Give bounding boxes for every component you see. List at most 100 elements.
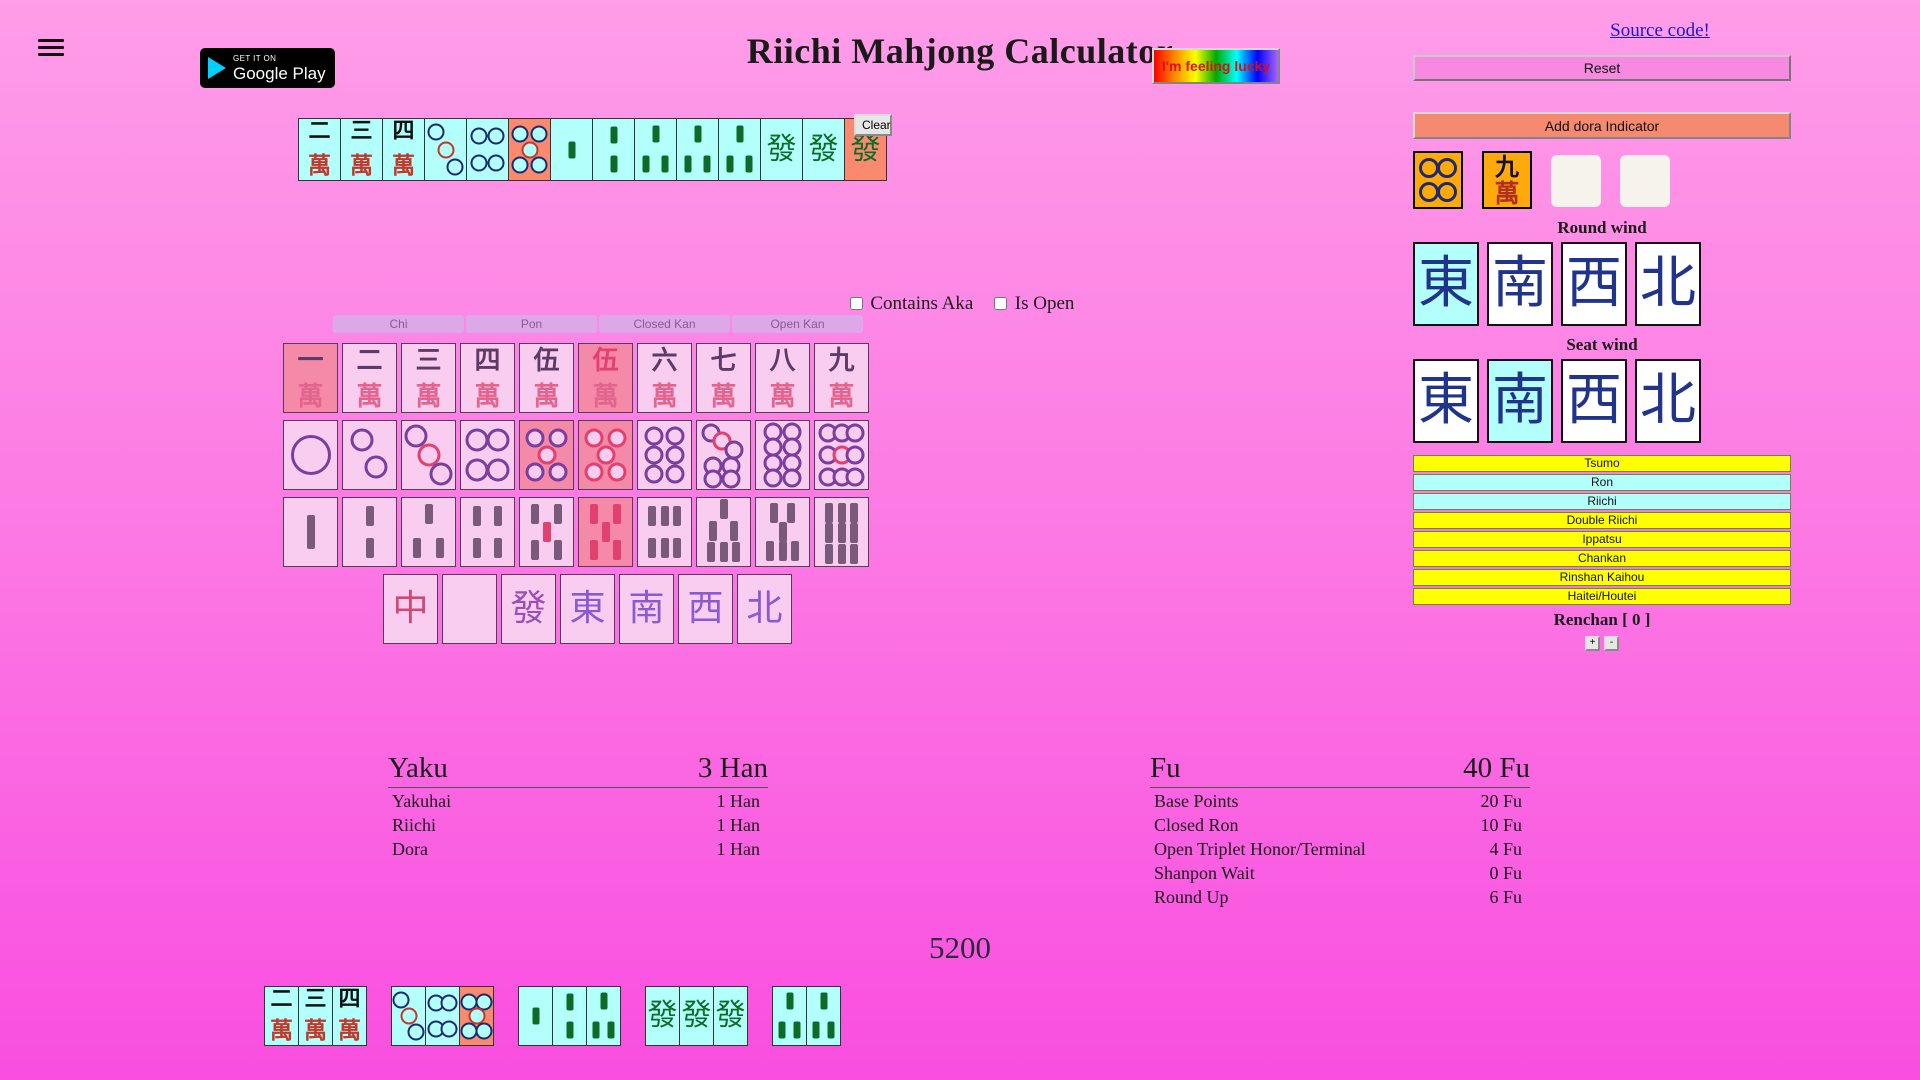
selector-tile-man[interactable]: 三 萬 [401, 343, 456, 413]
is-open-checkbox[interactable] [994, 297, 1008, 310]
selector-tile-sou[interactable] [814, 497, 869, 567]
selector-tile-pin[interactable] [814, 420, 869, 490]
hand-tile[interactable] [550, 118, 593, 181]
selector-tile-sou[interactable] [283, 497, 338, 567]
yaku-toggle-rinshan-kaihou[interactable]: Rinshan Kaihou [1413, 569, 1791, 586]
selector-tile-honor[interactable]: 西 [678, 574, 733, 644]
hand-tile[interactable]: 二萬 [298, 118, 341, 181]
dora-slot[interactable]: 九 萬 [1482, 151, 1532, 209]
selector-tile-honor[interactable]: 中 [383, 574, 438, 644]
feeling-lucky-button[interactable]: I'm feeling lucky [1152, 48, 1280, 84]
renchan-decrement-button[interactable]: - [1604, 635, 1619, 651]
yaku-toggle-double-riichi[interactable]: Double Riichi [1413, 512, 1791, 529]
selector-tile-pin[interactable] [755, 420, 810, 490]
round-wind-tile-北[interactable]: 北 [1635, 242, 1701, 326]
hand-tile[interactable]: 發 [802, 118, 845, 181]
hand-tile[interactable] [391, 986, 426, 1046]
hand-tile[interactable] [772, 986, 807, 1046]
hand-tile[interactable] [586, 986, 621, 1046]
yaku-toggle-ippatsu[interactable]: Ippatsu [1413, 531, 1791, 548]
hand-tile[interactable] [466, 118, 509, 181]
selector-tile-man[interactable]: 伍 萬 [578, 343, 633, 413]
selector-tile-sou[interactable] [637, 497, 692, 567]
hand-tile[interactable] [592, 118, 635, 181]
selector-tile-sou[interactable] [696, 497, 751, 567]
hand-tile[interactable]: 二萬 [264, 986, 299, 1046]
hand-tile[interactable] [718, 118, 761, 181]
meld-button-pon[interactable]: Pon [466, 315, 597, 333]
yaku-toggle-chankan[interactable]: Chankan [1413, 550, 1791, 567]
hand-tile[interactable] [459, 986, 494, 1046]
selector-tile-sou[interactable] [342, 497, 397, 567]
hand-tile[interactable] [508, 118, 551, 181]
hand-tile[interactable] [634, 118, 677, 181]
renchan-increment-button[interactable]: + [1585, 635, 1600, 651]
selector-tile-pin[interactable] [401, 420, 456, 490]
selector-tile-honor[interactable]: 發 [501, 574, 556, 644]
hand-tile[interactable]: 發 [679, 986, 714, 1046]
meld-button-chi[interactable]: Chi [333, 315, 464, 333]
dora-slot[interactable] [1413, 151, 1463, 209]
selector-tile-sou[interactable] [519, 497, 574, 567]
hand-tile[interactable]: 發 [645, 986, 680, 1046]
selector-tile-pin[interactable] [578, 420, 633, 490]
hand-tile[interactable]: 發 [760, 118, 803, 181]
round-wind-tile-西[interactable]: 西 [1561, 242, 1627, 326]
hand-tile[interactable] [806, 986, 841, 1046]
hand-tile[interactable]: 三萬 [340, 118, 383, 181]
hand-tile[interactable]: 三萬 [298, 986, 333, 1046]
meld-button-closed-kan[interactable]: Closed Kan [599, 315, 730, 333]
dora-slot-empty[interactable] [1551, 155, 1601, 207]
add-dora-indicator-button[interactable]: Add dora Indicator [1413, 112, 1791, 139]
selector-tile-pin[interactable] [460, 420, 515, 490]
selector-tile-pin[interactable] [696, 420, 751, 490]
hand-tile[interactable] [552, 986, 587, 1046]
selector-tile-man[interactable]: 一 萬 [283, 343, 338, 413]
selector-tile-sou[interactable] [578, 497, 633, 567]
hand-tile[interactable] [518, 986, 553, 1046]
selector-tile-sou[interactable] [460, 497, 515, 567]
yaku-toggle-ron[interactable]: Ron [1413, 474, 1791, 491]
round-wind-tile-南[interactable]: 南 [1487, 242, 1553, 326]
selector-tile-man[interactable]: 六 萬 [637, 343, 692, 413]
selector-tile-pin[interactable] [519, 420, 574, 490]
selector-tile-pin[interactable] [283, 420, 338, 490]
yaku-toggle-haitei-houtei[interactable]: Haitei/Houtei [1413, 588, 1791, 605]
seat-wind-tile-東[interactable]: 東 [1413, 359, 1479, 443]
seat-wind-tile-北[interactable]: 北 [1635, 359, 1701, 443]
contains-aka-option[interactable]: Contains Aka [846, 293, 978, 314]
meld-button-open-kan[interactable]: Open Kan [732, 315, 863, 333]
seat-wind-tile-西[interactable]: 西 [1561, 359, 1627, 443]
selector-tile-sou[interactable] [401, 497, 456, 567]
selector-tile-honor[interactable]: 北 [737, 574, 792, 644]
hand-tile[interactable]: 四萬 [332, 986, 367, 1046]
selector-tile-honor[interactable]: 南 [619, 574, 674, 644]
is-open-option[interactable]: Is Open [990, 293, 1074, 314]
round-wind-tile-東[interactable]: 東 [1413, 242, 1479, 326]
hand-tile[interactable]: 發 [713, 986, 748, 1046]
clear-button[interactable]: Clear [854, 114, 892, 136]
selector-tile-pin[interactable] [342, 420, 397, 490]
dora-slot-empty[interactable] [1620, 155, 1670, 207]
hand-tile[interactable]: 四萬 [382, 118, 425, 181]
yaku-toggle-tsumo[interactable]: Tsumo [1413, 455, 1791, 472]
selector-tile-sou[interactable] [755, 497, 810, 567]
reset-button[interactable]: Reset [1413, 55, 1791, 81]
selector-tile-man[interactable]: 伍 萬 [519, 343, 574, 413]
hand-tile[interactable] [676, 118, 719, 181]
yaku-toggle-riichi[interactable]: Riichi [1413, 493, 1791, 510]
selector-tile-man[interactable]: 二 萬 [342, 343, 397, 413]
selector-tile-pin[interactable] [637, 420, 692, 490]
contains-aka-checkbox[interactable] [849, 297, 863, 310]
selector-tile-man[interactable]: 八 萬 [755, 343, 810, 413]
selector-tile-honor[interactable] [442, 574, 497, 644]
hand-tile[interactable] [424, 118, 467, 181]
selector-tile-honor[interactable]: 東 [560, 574, 615, 644]
seat-wind-tile-南[interactable]: 南 [1487, 359, 1553, 443]
source-code-link[interactable]: Source code! [1610, 20, 1710, 41]
selector-tile-man[interactable]: 七 萬 [696, 343, 751, 413]
hand-tile[interactable] [425, 986, 460, 1046]
selector-tile-man[interactable]: 四 萬 [460, 343, 515, 413]
bamboo-stick [719, 498, 728, 519]
selector-tile-man[interactable]: 九 萬 [814, 343, 869, 413]
